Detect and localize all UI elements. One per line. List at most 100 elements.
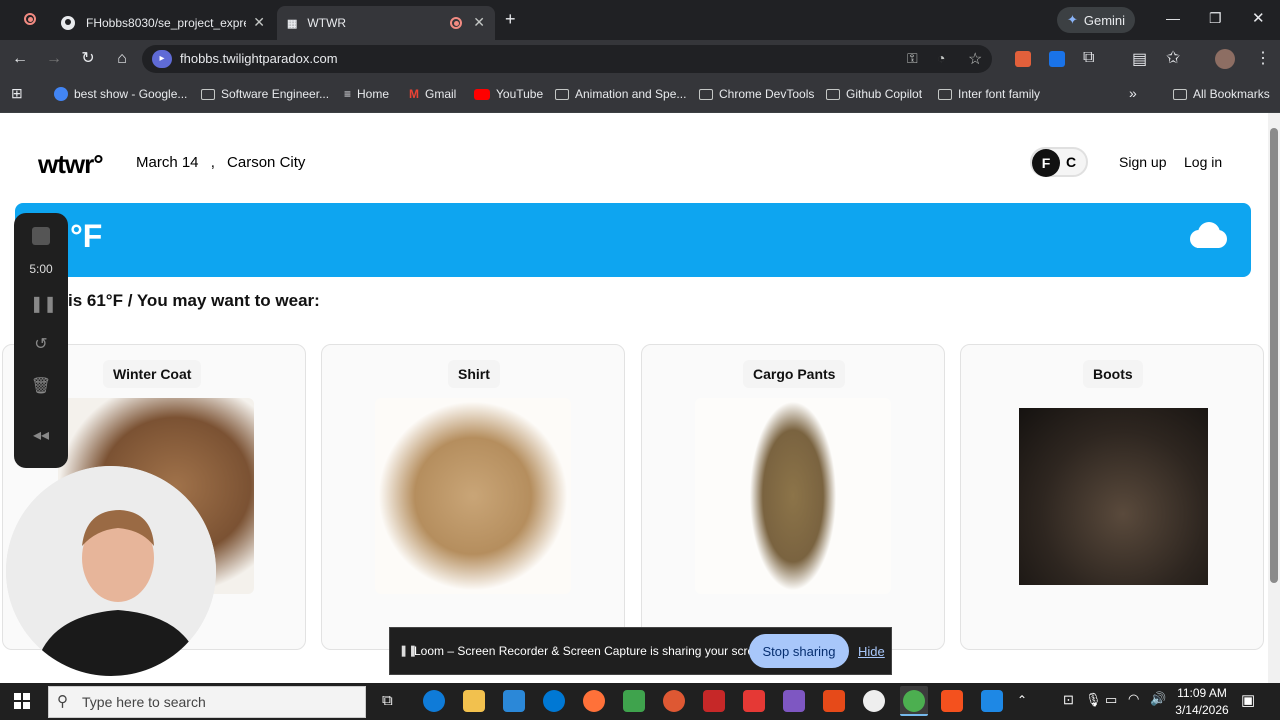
git-icon[interactable] bbox=[941, 690, 963, 712]
tab-github[interactable]: FHobbs8030/se_project_expres ✕ bbox=[50, 6, 275, 40]
current-date: March 14 bbox=[136, 154, 199, 171]
all-bookmarks[interactable]: All Bookmarks bbox=[1173, 87, 1270, 101]
windows-start-icon[interactable] bbox=[14, 693, 30, 709]
taskbar-search-input[interactable]: Type here to search bbox=[82, 694, 206, 710]
current-city: Carson City bbox=[227, 154, 306, 171]
vscode-icon[interactable] bbox=[981, 690, 1003, 712]
clock-date[interactable]: 3/14/2026 bbox=[1174, 703, 1230, 717]
store-icon[interactable] bbox=[503, 690, 525, 712]
bookmark-star-icon[interactable]: ☆ bbox=[968, 49, 982, 69]
file-explorer-icon[interactable] bbox=[463, 690, 485, 712]
item-card-title: Boots bbox=[1083, 360, 1143, 388]
gemini-label: Gemini bbox=[1083, 12, 1126, 28]
webcam-bubble[interactable] bbox=[6, 466, 216, 676]
extensions-puzzle-icon[interactable]: ⧉ bbox=[1083, 49, 1094, 67]
performance-icon[interactable]: ◔ bbox=[937, 50, 945, 66]
close-tab-icon[interactable]: ✕ bbox=[473, 14, 485, 31]
bookmark-item[interactable]: Github Copilot bbox=[826, 87, 922, 101]
favorites-icon[interactable]: ✩ bbox=[1166, 48, 1180, 68]
login-button[interactable]: Log in bbox=[1184, 154, 1222, 170]
toggle-fahrenheit[interactable]: F bbox=[1032, 149, 1060, 177]
bookmark-item[interactable]: YouTube bbox=[474, 87, 543, 101]
tab-title: FHobbs8030/se_project_expres bbox=[86, 16, 246, 30]
hide-banner-link[interactable]: Hide bbox=[858, 644, 885, 659]
mail-icon[interactable] bbox=[543, 690, 565, 712]
chrome-icon[interactable] bbox=[903, 690, 925, 712]
bookmark-item[interactable]: Inter font family bbox=[938, 87, 1040, 101]
bookmark-item[interactable]: M Gmail bbox=[409, 87, 456, 101]
tab-wtwr[interactable]: ▦ WTWR ✕ bbox=[277, 6, 495, 40]
forward-icon[interactable]: → bbox=[44, 49, 64, 69]
close-tab-icon[interactable]: ✕ bbox=[253, 14, 265, 31]
edge-icon[interactable] bbox=[423, 690, 445, 712]
app-icon[interactable] bbox=[823, 690, 845, 712]
minimize-icon[interactable]: — bbox=[1166, 10, 1180, 26]
collapse-icon[interactable]: ◂◂ bbox=[30, 425, 52, 445]
site-info-icon[interactable]: ▸ bbox=[152, 50, 172, 68]
share-banner-text: Loom – Screen Recorder & Screen Capture … bbox=[414, 644, 771, 658]
notepad-icon[interactable] bbox=[623, 690, 645, 712]
cargo-pants-image bbox=[695, 398, 891, 594]
toggle-celsius[interactable]: C bbox=[1066, 154, 1076, 170]
bookmark-item[interactable]: Animation and Spe... bbox=[555, 87, 686, 101]
home-bookmark-icon: ≡ bbox=[344, 87, 352, 101]
bookmark-item[interactable]: best show - Google... bbox=[54, 87, 187, 101]
show-hidden-icons[interactable]: ⌃ bbox=[1017, 693, 1027, 707]
wifi-icon[interactable]: ◠ bbox=[1128, 691, 1139, 707]
new-tab-button[interactable]: + bbox=[505, 9, 516, 30]
bookmark-item[interactable]: Software Engineer... bbox=[201, 87, 329, 101]
voicemeeter-icon[interactable] bbox=[703, 690, 725, 712]
folder-icon bbox=[938, 88, 952, 100]
gmail-icon: M bbox=[409, 87, 419, 101]
restart-icon[interactable]: ↺ bbox=[30, 334, 52, 354]
recording-indicator-icon bbox=[450, 17, 462, 29]
reload-icon[interactable]: ↻ bbox=[78, 49, 98, 69]
close-window-icon[interactable]: ✕ bbox=[1252, 9, 1265, 27]
folder-icon bbox=[555, 88, 569, 100]
battery-icon[interactable]: ▭ bbox=[1105, 692, 1117, 708]
tab-search-icon[interactable]: ▤ bbox=[1132, 49, 1147, 69]
extension-icon[interactable] bbox=[1049, 51, 1065, 67]
tab-strip: FHobbs8030/se_project_expres ✕ ▦ WTWR ✕ … bbox=[0, 0, 1280, 40]
restore-icon[interactable]: ❐ bbox=[1209, 10, 1222, 27]
wtwr-logo[interactable]: wtwr° bbox=[38, 149, 104, 180]
bookmark-item[interactable]: ≡ Home bbox=[344, 87, 389, 101]
webcam-person-image bbox=[6, 466, 216, 676]
bookmark-item[interactable]: Chrome DevTools bbox=[699, 87, 814, 101]
volume-icon[interactable]: 🔊 bbox=[1150, 691, 1166, 707]
obsidian-icon[interactable] bbox=[783, 690, 805, 712]
profile-avatar-icon[interactable] bbox=[1215, 49, 1235, 69]
menu-kebab-icon[interactable]: ⋮ bbox=[1255, 48, 1271, 68]
app-icon[interactable] bbox=[863, 690, 885, 712]
recording-indicator-icon bbox=[24, 13, 36, 25]
task-view-icon[interactable]: ⧉ bbox=[382, 692, 393, 709]
scrollbar-thumb[interactable] bbox=[1270, 128, 1278, 583]
microphone-icon[interactable]: 🎙 bbox=[1085, 692, 1102, 708]
signup-button[interactable]: Sign up bbox=[1119, 154, 1166, 170]
tray-icon[interactable]: ⊡ bbox=[1063, 692, 1074, 708]
firefox-icon[interactable] bbox=[583, 690, 605, 712]
cloud-icon bbox=[1190, 222, 1227, 248]
stop-sharing-button[interactable]: Stop sharing bbox=[749, 634, 849, 668]
extension-icon[interactable] bbox=[1015, 51, 1031, 67]
home-icon[interactable]: ⌂ bbox=[112, 49, 132, 69]
stop-recording-icon[interactable] bbox=[32, 227, 50, 245]
duckduckgo-icon[interactable] bbox=[663, 690, 685, 712]
weather-card bbox=[15, 203, 1251, 277]
item-card-title: Winter Coat bbox=[103, 360, 202, 388]
gemini-button[interactable]: ✦ Gemini bbox=[1057, 7, 1135, 33]
password-key-icon[interactable]: ⚿ bbox=[907, 50, 918, 67]
pause-icon[interactable]: ❚❚ bbox=[30, 294, 57, 314]
back-icon[interactable]: ← bbox=[10, 49, 30, 69]
apps-grid-icon[interactable]: ⊞ bbox=[11, 85, 23, 102]
item-card-title: Shirt bbox=[448, 360, 500, 388]
trash-icon[interactable]: 🗑 bbox=[30, 376, 52, 396]
clock-time[interactable]: 11:09 AM bbox=[1177, 686, 1227, 700]
url-text[interactable]: fhobbs.twilightparadox.com bbox=[180, 51, 338, 66]
github-icon bbox=[61, 16, 75, 30]
weather-temperature: °F bbox=[70, 218, 103, 254]
more-bookmarks-icon[interactable]: » bbox=[1129, 85, 1137, 101]
google-icon bbox=[54, 87, 68, 101]
wps-icon[interactable] bbox=[743, 690, 765, 712]
notifications-icon[interactable]: ▣ bbox=[1241, 691, 1255, 709]
